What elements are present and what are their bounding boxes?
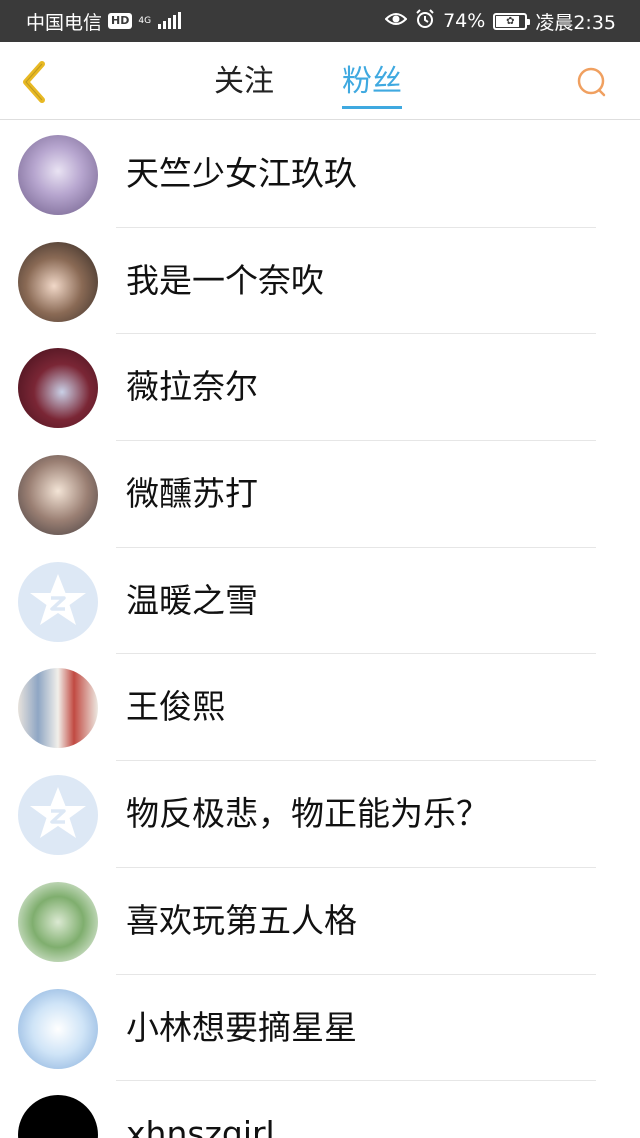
signal-icon — [158, 12, 182, 29]
user-name: 天竺少女江玖玖 — [126, 154, 357, 193]
header-bar: 关注 粉丝 — [0, 42, 640, 120]
list-item[interactable]: 天竺少女江玖玖 — [0, 121, 640, 228]
list-item[interactable]: xhnszgirl — [0, 1081, 640, 1138]
avatar[interactable] — [18, 1095, 98, 1138]
status-bar: 中国电信 HD 4G 74% ✿ 凌晨2:35 — [0, 0, 640, 42]
search-button[interactable] — [574, 64, 610, 100]
user-name: 我是一个奈吹 — [126, 260, 324, 300]
tab-following[interactable]: 关注 — [214, 62, 274, 106]
tab-fans[interactable]: 粉丝 — [342, 62, 402, 109]
list-item[interactable]: 我是一个奈吹 — [0, 228, 640, 335]
search-icon — [577, 67, 606, 97]
list-item[interactable]: 微醺苏打 — [0, 441, 640, 548]
default-avatar-icon[interactable] — [18, 775, 98, 856]
network-type-label: 4G — [138, 15, 152, 26]
user-name: 王俊熙 — [126, 687, 225, 727]
avatar[interactable] — [18, 988, 98, 1069]
tab-bar: 关注 粉丝 — [0, 42, 640, 120]
avatar[interactable] — [18, 881, 98, 962]
user-name: 小林想要摘星星 — [126, 1007, 357, 1047]
default-avatar-icon[interactable] — [18, 561, 98, 642]
list-item[interactable]: 喜欢玩第五人格 — [0, 868, 640, 975]
user-name: 薇拉奈尔 — [126, 367, 258, 407]
clock-time: 凌晨2:35 — [535, 11, 616, 34]
alarm-icon — [415, 8, 435, 34]
avatar[interactable] — [18, 241, 98, 322]
avatar[interactable] — [18, 135, 98, 215]
list-item[interactable]: 物反极悲，物正能为乐？ — [0, 761, 640, 868]
avatar[interactable] — [18, 455, 98, 536]
user-name: xhnszgirl — [126, 1114, 275, 1138]
user-name: 喜欢玩第五人格 — [126, 900, 357, 940]
battery-percent: 74% — [443, 10, 486, 32]
user-name: 温暖之雪 — [126, 580, 258, 620]
carrier-label: 中国电信 — [26, 11, 103, 34]
avatar[interactable] — [18, 668, 98, 749]
list-item[interactable]: 王俊熙 — [0, 654, 640, 762]
list-item[interactable]: 小林想要摘星星 — [0, 975, 640, 1082]
avatar[interactable] — [18, 348, 98, 429]
list-item[interactable]: 薇拉奈尔 — [0, 334, 640, 442]
user-name: 微醺苏打 — [126, 474, 258, 514]
list-item[interactable]: 温暖之雪 — [0, 548, 640, 655]
battery-icon: ✿ — [493, 12, 531, 30]
fans-list: 天竺少女江玖玖 我是一个奈吹 薇拉奈尔 微醺苏打 温暖之雪 王俊熙 物反极悲，物… — [0, 121, 640, 1138]
hd-badge: HD — [108, 13, 133, 29]
user-name: 物反极悲，物正能为乐？ — [126, 794, 489, 834]
eye-icon — [384, 10, 408, 32]
